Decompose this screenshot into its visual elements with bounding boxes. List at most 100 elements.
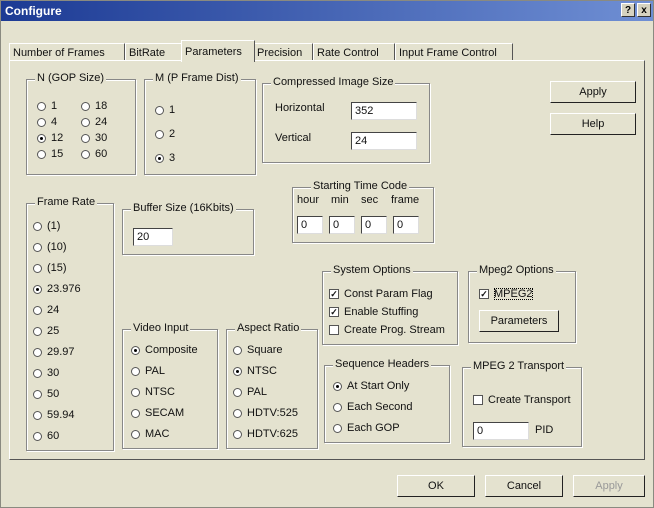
radio-dot xyxy=(37,101,46,111)
title-bar: Configure ? x xyxy=(1,1,653,21)
checkbox-checked: ✓ xyxy=(479,289,489,300)
horizontal-input[interactable]: 352 xyxy=(351,102,417,120)
radio-dot xyxy=(131,366,140,376)
mpeg2-parameters-button[interactable]: Parameters xyxy=(479,310,559,332)
gop-radio-24[interactable]: 24 xyxy=(81,116,107,128)
gop-radio-12[interactable]: 12 xyxy=(37,132,63,144)
radio-dot-selected xyxy=(233,366,242,376)
frame-rate-radio[interactable]: 25 xyxy=(33,325,59,337)
seq-radio-each-gop[interactable]: Each GOP xyxy=(333,422,400,434)
radio-dot xyxy=(233,429,242,439)
aspect-radio-hdtv525[interactable]: HDTV:525 xyxy=(233,407,298,419)
vertical-input[interactable]: 24 xyxy=(351,132,417,150)
radio-dot xyxy=(81,101,90,111)
aspect-radio-pal[interactable]: PAL xyxy=(233,386,267,398)
radio-dot xyxy=(155,129,164,139)
aspect-radio-ntsc[interactable]: NTSC xyxy=(233,365,277,377)
frame-rate-radio[interactable]: (1) xyxy=(33,220,60,232)
sequence-headers-title: Sequence Headers xyxy=(333,358,432,370)
frame-rate-radio[interactable]: 30 xyxy=(33,367,59,379)
radio-dot xyxy=(33,389,42,399)
video-input-radio-secam[interactable]: SECAM xyxy=(131,407,184,419)
cancel-button[interactable]: Cancel xyxy=(485,475,563,497)
timecode-sec-input[interactable]: 0 xyxy=(361,216,387,234)
gop-radio-18[interactable]: 18 xyxy=(81,100,107,112)
video-input-radio-mac[interactable]: MAC xyxy=(131,428,169,440)
video-input-radio-ntsc[interactable]: NTSC xyxy=(131,386,175,398)
mpeg2-options-group: Mpeg2 Options ✓ MPEG2 Parameters xyxy=(468,264,576,343)
timecode-hour-input[interactable]: 0 xyxy=(297,216,323,234)
tab-number-of-frames[interactable]: Number of Frames xyxy=(9,43,125,61)
frame-rate-radio[interactable]: 29.97 xyxy=(33,346,75,358)
apply-button-top[interactable]: Apply xyxy=(550,81,636,103)
aspect-radio-hdtv625[interactable]: HDTV:625 xyxy=(233,428,298,440)
tab-rate-control[interactable]: Rate Control xyxy=(313,43,395,61)
create-prog-stream-checkbox[interactable]: Create Prog. Stream xyxy=(329,324,445,336)
timecode-min-label: min xyxy=(331,194,349,206)
tab-precision[interactable]: Precision xyxy=(253,43,313,61)
radio-dot-selected xyxy=(131,345,140,355)
image-size-group: Compressed Image Size Horizontal 352 Ver… xyxy=(262,76,430,163)
frame-rate-radio[interactable]: 60 xyxy=(33,430,59,442)
configure-dialog: Configure ? x Number of Frames BitRate P… xyxy=(0,0,654,508)
frame-rate-radio[interactable]: (10) xyxy=(33,241,67,253)
timecode-frame-label: frame xyxy=(391,194,420,206)
create-transport-checkbox[interactable]: Create Transport xyxy=(473,394,571,406)
close-button[interactable]: x xyxy=(637,3,651,17)
frame-rate-radio[interactable]: 59.94 xyxy=(33,409,75,421)
gop-radio-30[interactable]: 30 xyxy=(81,132,107,144)
gop-radio-60[interactable]: 60 xyxy=(81,148,107,160)
timecode-min-input[interactable]: 0 xyxy=(329,216,355,234)
timecode-group: Starting Time Code hour min sec frame 0 … xyxy=(292,180,434,243)
radio-dot-selected xyxy=(37,133,46,143)
seq-radio-start-only[interactable]: At Start Only xyxy=(333,380,409,392)
pframe-radio-1[interactable]: 1 xyxy=(155,104,175,116)
timecode-title: Starting Time Code xyxy=(311,180,410,192)
system-options-group: System Options ✓ Const Param Flag ✓ Enable… xyxy=(322,264,458,345)
pid-input[interactable]: 0 xyxy=(473,422,529,440)
radio-dot xyxy=(333,402,342,412)
transport-title: MPEG 2 Transport xyxy=(471,360,567,372)
pframe-radio-2[interactable]: 2 xyxy=(155,128,175,140)
transport-group: MPEG 2 Transport Create Transport 0 PID xyxy=(462,360,582,447)
frame-rate-radio[interactable]: 24 xyxy=(33,304,59,316)
buffer-title: Buffer Size (16Kbits) xyxy=(131,202,236,214)
radio-dot xyxy=(155,105,164,115)
video-input-radio-composite[interactable]: Composite xyxy=(131,344,198,356)
tab-input-frame-control[interactable]: Input Frame Control xyxy=(395,43,513,61)
tab-bitrate[interactable]: BitRate xyxy=(125,43,183,61)
gop-group: N (GOP Size) 1 4 12 15 18 24 30 60 xyxy=(26,72,136,175)
radio-dot xyxy=(37,149,46,159)
gop-radio-15[interactable]: 15 xyxy=(37,148,63,160)
pid-label: PID xyxy=(535,424,554,436)
parameters-panel: N (GOP Size) 1 4 12 15 18 24 30 60 M (P … xyxy=(9,60,645,460)
help-title-button[interactable]: ? xyxy=(621,3,635,17)
timecode-hour-label: hour xyxy=(297,194,320,206)
tab-parameters[interactable]: Parameters xyxy=(181,40,255,62)
seq-radio-each-second[interactable]: Each Second xyxy=(333,401,412,413)
frame-rate-radio[interactable]: (15) xyxy=(33,262,67,274)
radio-dot xyxy=(131,408,140,418)
radio-dot-selected xyxy=(155,153,164,163)
frame-rate-radio[interactable]: 23.976 xyxy=(33,283,81,295)
video-input-title: Video Input xyxy=(131,322,191,334)
aspect-radio-square[interactable]: Square xyxy=(233,344,282,356)
timecode-frame-input[interactable]: 0 xyxy=(393,216,419,234)
enable-stuffing-checkbox[interactable]: ✓ Enable Stuffing xyxy=(329,306,418,318)
ok-button[interactable]: OK xyxy=(397,475,475,497)
timecode-sec-label: sec xyxy=(361,194,379,206)
pframe-radio-3[interactable]: 3 xyxy=(155,152,175,164)
mpeg2-checkbox[interactable]: ✓ MPEG2 xyxy=(479,288,533,300)
help-button[interactable]: Help xyxy=(550,113,636,135)
const-param-flag-checkbox[interactable]: ✓ Const Param Flag xyxy=(329,288,433,300)
gop-radio-4[interactable]: 4 xyxy=(37,116,57,128)
radio-dot-selected xyxy=(33,284,42,294)
video-input-radio-pal[interactable]: PAL xyxy=(131,365,165,377)
buffer-size-input[interactable]: 20 xyxy=(133,228,173,246)
frame-rate-radio[interactable]: 50 xyxy=(33,388,59,400)
radio-dot xyxy=(33,326,42,336)
gop-radio-1[interactable]: 1 xyxy=(37,100,57,112)
apply-button-bottom[interactable]: Apply xyxy=(573,475,645,497)
radio-dot xyxy=(33,431,42,441)
checkbox-checked: ✓ xyxy=(329,289,339,300)
